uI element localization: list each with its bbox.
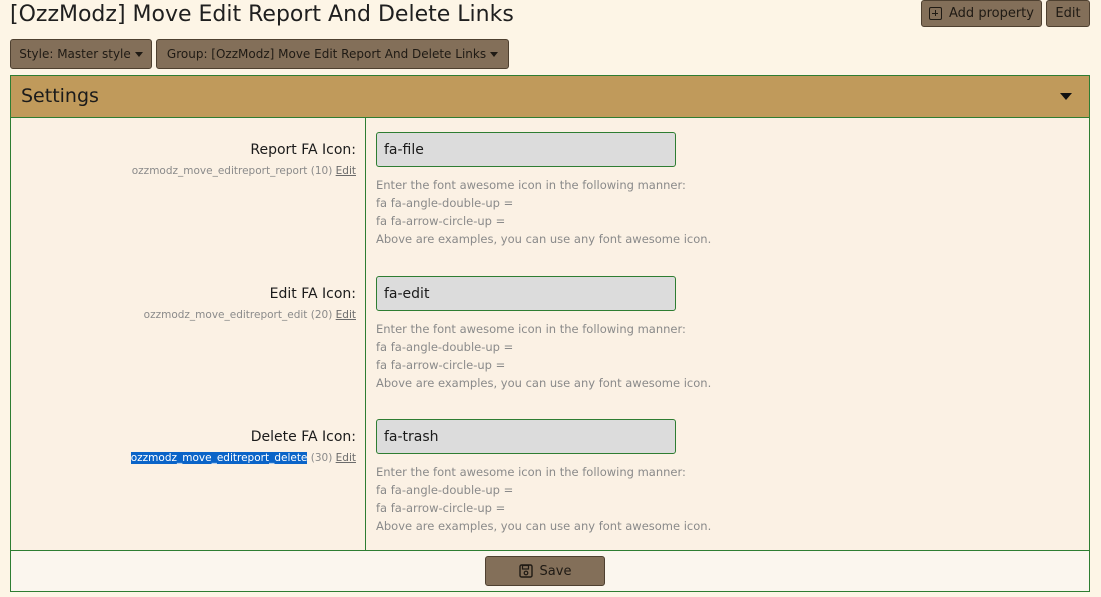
hint-line: fa fa-arrow-circle-up = — [376, 501, 506, 515]
hint-line: Above are examples, you can use any font… — [376, 232, 712, 246]
hint-line: fa fa-angle-double-up = — [376, 340, 514, 354]
setting-label: Edit FA Icon: — [269, 286, 356, 302]
settings-panel: Settings Report FA Icon: ozzmodz_move_ed… — [10, 75, 1090, 592]
setting-hint: Enter the font awesome icon in the follo… — [376, 176, 711, 248]
setting-hint: Enter the font awesome icon in the follo… — [376, 463, 711, 535]
hint-line: fa fa-angle-double-up = — [376, 483, 514, 497]
add-property-button[interactable]: Add property — [921, 0, 1042, 27]
hint-line: Enter the font awesome icon in the follo… — [376, 178, 686, 192]
settings-panel-header[interactable]: Settings — [11, 76, 1089, 118]
setting-order: (20) — [310, 309, 333, 321]
setting-row-report: Report FA Icon: ozzmodz_move_editreport_… — [11, 118, 1089, 262]
caret-down-icon — [134, 51, 143, 57]
report-fa-icon-input[interactable] — [376, 132, 676, 167]
collapse-toggle-icon[interactable] — [1060, 93, 1072, 100]
edit-fa-icon-input[interactable] — [376, 276, 676, 311]
hint-line: Enter the font awesome icon in the follo… — [376, 322, 686, 336]
group-dropdown[interactable]: Group: [OzzModz] Move Edit Report And De… — [156, 39, 509, 69]
style-dropdown-label: Style: Master style — [19, 47, 131, 61]
hint-line: fa fa-angle-double-up = — [376, 196, 514, 210]
setting-var-name: ozzmodz_move_editreport_delete — [130, 452, 308, 464]
hint-line: Above are examples, you can use any font… — [376, 376, 712, 390]
add-property-label: Add property — [949, 6, 1034, 21]
hint-line: fa fa-arrow-circle-up = — [376, 358, 506, 372]
group-dropdown-label: Group: [OzzModz] Move Edit Report And De… — [166, 47, 487, 61]
settings-panel-body: Report FA Icon: ozzmodz_move_editreport_… — [11, 118, 1089, 550]
settings-panel-footer: Save — [11, 550, 1089, 591]
page-title: [OzzModz] Move Edit Report And Delete Li… — [10, 2, 514, 27]
save-button[interactable]: Save — [485, 556, 605, 586]
setting-meta: ozzmodz_move_editreport_report (10) Edit — [132, 165, 356, 177]
setting-row-delete: Delete FA Icon: ozzmodz_move_editreport_… — [11, 405, 1089, 549]
save-button-label: Save — [539, 563, 572, 579]
setting-meta: ozzmodz_move_editreport_edit (20) Edit — [144, 309, 356, 321]
setting-row-edit: Edit FA Icon: ozzmodz_move_editreport_ed… — [11, 262, 1089, 406]
hint-line: fa fa-arrow-circle-up = — [376, 214, 506, 228]
settings-panel-title: Settings — [21, 85, 99, 107]
setting-order: (10) — [310, 165, 333, 177]
style-dropdown[interactable]: Style: Master style — [10, 39, 152, 69]
delete-fa-icon-input[interactable] — [376, 419, 676, 454]
plus-square-icon — [929, 7, 943, 20]
hint-line: Enter the font awesome icon in the follo… — [376, 465, 686, 479]
setting-label: Report FA Icon: — [250, 142, 356, 158]
setting-edit-link[interactable]: Edit — [336, 452, 356, 464]
setting-order: (30) — [310, 452, 333, 464]
setting-label: Delete FA Icon: — [250, 429, 356, 445]
hint-line: Above are examples, you can use any font… — [376, 519, 712, 533]
setting-var-name: ozzmodz_move_editreport_report — [131, 165, 308, 177]
setting-var-name: ozzmodz_move_editreport_edit — [143, 309, 308, 321]
edit-button[interactable]: Edit — [1046, 0, 1090, 27]
floppy-disk-icon — [518, 564, 533, 578]
caret-down-icon — [490, 51, 499, 57]
setting-edit-link[interactable]: Edit — [336, 309, 356, 321]
setting-meta: ozzmodz_move_editreport_delete (30) Edit — [130, 452, 356, 464]
setting-hint: Enter the font awesome icon in the follo… — [376, 320, 711, 392]
setting-edit-link[interactable]: Edit — [336, 165, 356, 177]
